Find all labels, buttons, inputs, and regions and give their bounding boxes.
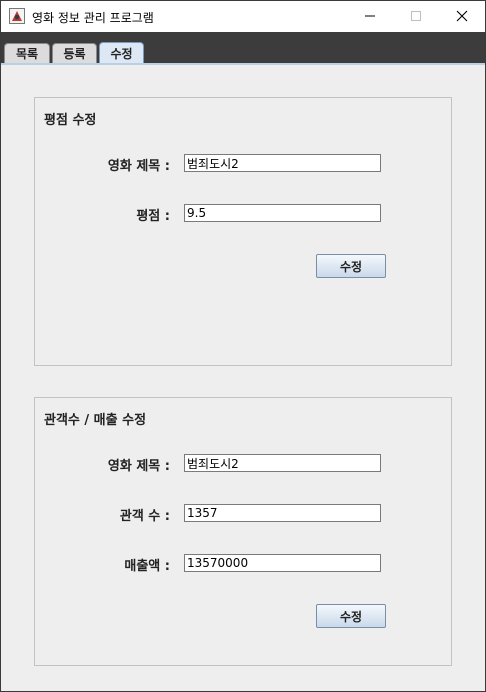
audience-panel-title: 관객수 / 매출 수정	[44, 413, 147, 428]
minimize-button[interactable]	[347, 1, 393, 32]
audience-count-field[interactable]	[184, 504, 381, 522]
tab-strip: 목록 등록 수정	[1, 32, 485, 64]
rating-submit-button[interactable]: 수정	[316, 254, 386, 278]
edit-tab-content: 평점 수정 영화 제목 : 평점 : 수정 관객수 / 매출 수정 영화 제목 …	[1, 65, 485, 691]
rating-movie-title-label: 영화 제목 :	[107, 159, 170, 174]
rating-movie-title-field[interactable]	[184, 154, 381, 172]
tab-register[interactable]: 등록	[52, 43, 97, 63]
rating-panel-title: 평점 수정	[44, 113, 97, 128]
close-button[interactable]	[439, 1, 485, 32]
audience-movie-title-field[interactable]	[184, 454, 381, 472]
rating-label: 평점 :	[136, 209, 170, 224]
revenue-label: 매출액 :	[124, 559, 170, 574]
rating-field[interactable]	[184, 204, 381, 222]
close-icon	[456, 7, 468, 26]
minimize-icon	[364, 7, 376, 26]
revenue-field[interactable]	[184, 554, 381, 572]
tab-edit[interactable]: 수정	[99, 42, 144, 64]
app-window: 영화 정보 관리 프로그램 목록 등록 수정 평점 수정 영화 제목 : 범죄도…	[0, 0, 486, 692]
rating-edit-panel: 평점 수정 영화 제목 : 평점 : 수정	[34, 97, 452, 366]
title-bar: 영화 정보 관리 프로그램	[1, 1, 485, 32]
maximize-icon	[410, 7, 422, 26]
audience-movie-title-label: 영화 제목 :	[107, 459, 170, 474]
window-title: 영화 정보 관리 프로그램	[32, 11, 154, 25]
audience-count-label: 관객 수 :	[119, 509, 170, 524]
java-app-icon	[9, 8, 25, 24]
tab-list[interactable]: 목록	[4, 43, 50, 63]
audience-revenue-edit-panel: 관객수 / 매출 수정 영화 제목 : 관객 수 : 매출액 : 수정	[34, 397, 452, 666]
audience-submit-button[interactable]: 수정	[316, 604, 386, 628]
maximize-button[interactable]	[393, 1, 439, 32]
